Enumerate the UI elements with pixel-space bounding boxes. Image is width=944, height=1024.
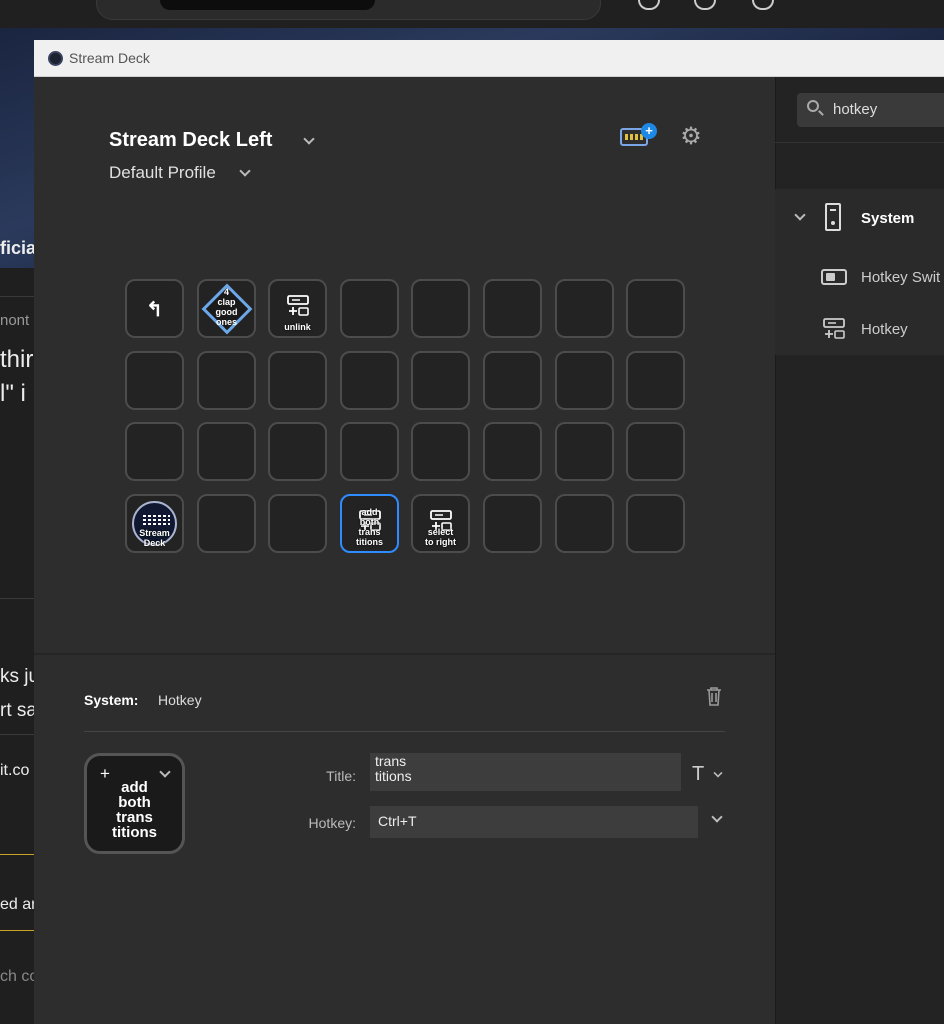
bg-text: l" i: [0, 380, 26, 407]
title-bar[interactable]: Stream Deck: [34, 40, 944, 77]
bg-text: ficia: [0, 238, 37, 258]
address-bar-inner: [160, 0, 375, 10]
bg-text: ch co: [0, 968, 39, 985]
action-label: Hotkey: [861, 321, 908, 338]
key-label: Stream Deck: [139, 528, 170, 548]
key-slot[interactable]: [268, 494, 327, 553]
inspector-action: Hotkey: [158, 692, 202, 708]
bg-text: ed ar: [0, 896, 37, 913]
key-slot[interactable]: [483, 422, 542, 481]
browser-toolbar: [0, 0, 944, 28]
key-slot[interactable]: [483, 494, 542, 553]
key-stream[interactable]: Stream Deck: [125, 494, 184, 553]
key-slot[interactable]: [555, 351, 614, 410]
key-slot[interactable]: [125, 422, 184, 481]
key-slot[interactable]: [483, 351, 542, 410]
key-slot[interactable]: [125, 351, 184, 410]
hotkey-label: Hotkey:: [308, 815, 356, 831]
key-slot[interactable]: [340, 422, 399, 481]
back-arrow-icon: ↰: [146, 299, 163, 321]
stream-deck-window: Stream Deck Stream Deck Left Default Pro…: [34, 40, 944, 1024]
key-slot[interactable]: [555, 494, 614, 553]
action-item-hotkey[interactable]: [775, 303, 944, 355]
font-options-icon[interactable]: T: [692, 763, 704, 786]
window-title: Stream Deck: [69, 50, 150, 66]
bg-text: nont: [0, 312, 30, 329]
property-inspector: System: Hotkey + add both trans titions …: [34, 655, 775, 1024]
key-label: select to right: [425, 527, 456, 547]
hotkey-switch-icon: [821, 269, 847, 285]
inspector-category: System:: [84, 692, 139, 708]
chevron-down-icon[interactable]: [239, 165, 251, 177]
action-search[interactable]: [797, 93, 944, 127]
key-preview-label: add both trans titions: [112, 779, 157, 841]
key-slot[interactable]: [268, 422, 327, 481]
key-slot[interactable]: [411, 279, 470, 338]
trash-icon[interactable]: [704, 685, 724, 709]
action-label: Hotkey Swit: [861, 269, 941, 286]
search-input[interactable]: [833, 101, 944, 118]
title-input[interactable]: trans titions: [370, 753, 681, 791]
key-slot[interactable]: [411, 351, 470, 410]
key-preview[interactable]: + add both trans titions: [84, 753, 185, 854]
toolbar-icon-2[interactable]: [694, 0, 716, 10]
toolbar-icon-1[interactable]: [638, 0, 660, 10]
divider: [84, 731, 725, 732]
gear-icon[interactable]: ⚙: [678, 124, 704, 150]
key-slot[interactable]: [555, 279, 614, 338]
search-icon: [807, 100, 819, 112]
key-slot[interactable]: [555, 422, 614, 481]
key-slot[interactable]: [483, 279, 542, 338]
key-slot[interactable]: [626, 494, 685, 553]
key-slot[interactable]: [268, 351, 327, 410]
device-selector[interactable]: Stream Deck Left: [109, 129, 272, 152]
key-unlink[interactable]: unlink: [268, 279, 327, 338]
chevron-down-icon[interactable]: [303, 133, 315, 145]
key-slot[interactable]: [626, 279, 685, 338]
canvas-area: Stream Deck Left Default Profile + ⚙ ↰ 4 …: [34, 77, 775, 1024]
key-slot[interactable]: [626, 422, 685, 481]
key-label: 4 clap good ones: [215, 287, 238, 327]
bg-text: thir: [0, 346, 34, 373]
key-select[interactable]: select to right: [411, 494, 470, 553]
category-label: System: [861, 210, 915, 227]
profile-selector[interactable]: Default Profile: [109, 163, 216, 183]
chevron-down-icon[interactable]: [711, 811, 723, 823]
title-label: Title:: [326, 768, 356, 784]
key-back[interactable]: ↰: [125, 279, 184, 338]
hotkey-input[interactable]: Ctrl+T: [370, 806, 698, 838]
key-slot[interactable]: [197, 422, 256, 481]
bg-text: it.co: [0, 762, 30, 779]
key-slot[interactable]: [411, 422, 470, 481]
toolbar-icon-3[interactable]: [752, 0, 774, 10]
key-4[interactable]: 4 clap good ones: [197, 279, 256, 338]
key-slot[interactable]: [197, 351, 256, 410]
app-logo-icon: [48, 51, 63, 66]
background-page-strip: ficia nont thir l" i ks ju rt sa it.co e…: [0, 238, 39, 1024]
actions-panel: System Hotkey Swit Hotkey: [775, 77, 944, 1024]
key-add[interactable]: add both trans titions: [340, 494, 399, 553]
chevron-down-icon[interactable]: [159, 766, 171, 778]
hotkey-icon: [823, 318, 845, 339]
key-slot[interactable]: [626, 351, 685, 410]
key-slot[interactable]: [197, 494, 256, 553]
marketplace-badge: +: [641, 123, 657, 139]
chevron-down-icon[interactable]: [713, 768, 723, 778]
bg-text: rt sa: [0, 700, 37, 721]
key-slot[interactable]: [340, 351, 399, 410]
key-label: add both trans titions: [356, 507, 383, 547]
computer-icon: [825, 203, 841, 231]
key-label: unlink: [284, 322, 311, 332]
key-slot[interactable]: [340, 279, 399, 338]
